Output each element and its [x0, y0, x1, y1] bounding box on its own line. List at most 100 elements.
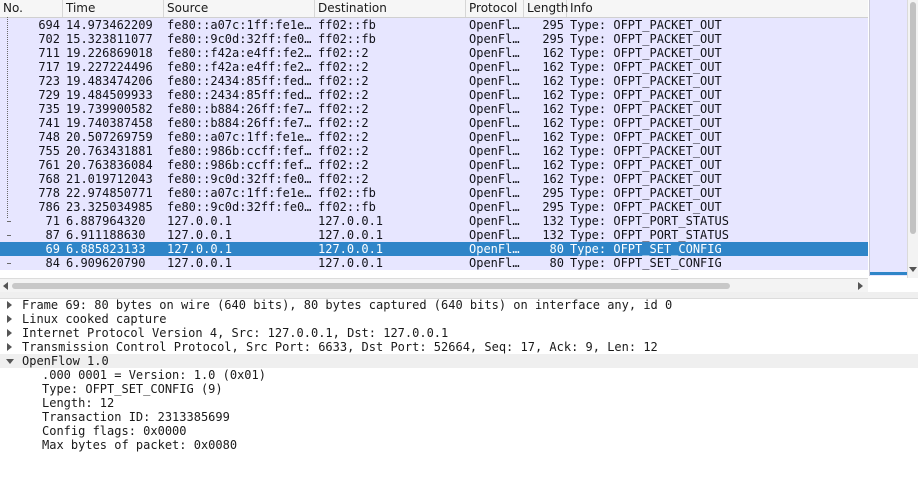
packet-row[interactable]: 729 19.484509933 fe80::2434:85ff:fed… ff02:…: [0, 88, 868, 102]
detail-field-row[interactable]: Max bytes of packet: 0x0080: [0, 438, 918, 452]
packet-row[interactable]: 755 20.763431881 fe80::986b:ccff:fef… ff02:…: [0, 144, 868, 158]
triangle-down-icon[interactable]: [6, 359, 14, 364]
triangle-right-icon[interactable]: [7, 329, 12, 337]
detail-text: Transaction ID: 2313385699: [42, 410, 230, 424]
packet-cell-destination: ff02::2: [318, 172, 369, 186]
packet-cell-protocol: OpenFl…: [469, 200, 520, 214]
packet-cell-protocol: OpenFl…: [469, 144, 520, 158]
triangle-right-icon[interactable]: [7, 343, 12, 351]
packet-cell-info: Type: OFPT_PACKET_OUT: [570, 18, 722, 32]
detail-field-row[interactable]: Transaction ID: 2313385699: [0, 410, 918, 424]
column-header-no[interactable]: No.: [0, 0, 63, 17]
packet-row[interactable]: 702 15.323811077 fe80::9c0d:32ff:fe0… ff02:…: [0, 32, 868, 46]
column-header-protocol[interactable]: Protocol: [466, 0, 524, 17]
detail-field-row[interactable]: .000 0001 = Version: 1.0 (0x01): [0, 368, 918, 382]
packet-row[interactable]: 711 19.226869018 fe80::f42a:e4ff:fe2… ff02:…: [0, 46, 868, 60]
packet-cell-protocol: OpenFl…: [469, 158, 520, 172]
packet-cell-info: Type: OFPT_PACKET_OUT: [570, 32, 722, 46]
packet-list-vertical-scrollbar[interactable]: [907, 0, 918, 278]
packet-cell-source: 127.0.0.1: [167, 256, 233, 270]
packet-cell-protocol: OpenFl…: [469, 74, 520, 88]
detail-tree-node[interactable]: Internet Protocol Version 4, Src: 127.0.…: [0, 326, 918, 340]
triangle-right-icon[interactable]: [7, 301, 12, 309]
packet-row[interactable]: 768 21.019712043 fe80::9c0d:32ff:fe0… ff02:…: [0, 172, 868, 186]
packet-cell-source: fe80::2434:85ff:fed…: [167, 88, 311, 102]
packet-row[interactable]: 778 22.974850771 fe80::a07c:1ff:fe1e… ff02:…: [0, 186, 868, 200]
packet-cell-length: 162: [542, 46, 564, 60]
triangle-right-icon[interactable]: [7, 315, 12, 323]
packet-cell-length: 132: [542, 228, 564, 242]
packet-cell-no: 741: [38, 116, 60, 130]
horizontal-scroll-thumb[interactable]: [12, 283, 730, 289]
detail-tree-node[interactable]: OpenFlow 1.0: [0, 354, 918, 368]
scroll-left-arrow-icon[interactable]: [3, 282, 8, 290]
packet-row[interactable]: 741 19.740387458 fe80::b884:26ff:fe7… ff02:…: [0, 116, 868, 130]
packet-cell-destination: 127.0.0.1: [318, 256, 384, 270]
detail-text: OpenFlow 1.0: [22, 354, 109, 368]
packet-row[interactable]: 87 6.911188630 127.0.0.1 127.0.0.1 OpenFl… 13…: [0, 228, 868, 242]
packet-list[interactable]: No. Time Source Destination Protocol Len…: [0, 0, 868, 278]
scroll-down-arrow-icon[interactable]: [909, 267, 917, 272]
packet-cell-source: fe80::2434:85ff:fed…: [167, 74, 311, 88]
packet-cell-info: Type: OFPT_PORT_STATUS: [570, 228, 729, 242]
column-header-time[interactable]: Time: [63, 0, 164, 17]
detail-field-row[interactable]: Length: 12: [0, 396, 918, 410]
packet-row[interactable]: 717 19.227224496 fe80::f42a:e4ff:fe2… ff02:…: [0, 60, 868, 74]
detail-tree-node[interactable]: Transmission Control Protocol, Src Port:…: [0, 340, 918, 354]
packet-cell-destination: ff02::2: [318, 74, 369, 88]
detail-field-row[interactable]: Config flags: 0x0000: [0, 424, 918, 438]
detail-tree-node[interactable]: Linux cooked capture: [0, 312, 918, 326]
packet-list-horizontal-scrollbar[interactable]: [0, 278, 868, 293]
packet-cell-source: fe80::a07c:1ff:fe1e…: [167, 18, 311, 32]
packet-cell-protocol: OpenFl…: [469, 130, 520, 144]
packet-cell-destination: ff02::fb: [318, 32, 376, 46]
vertical-scroll-thumb[interactable]: [910, 2, 916, 234]
column-header-length[interactable]: Length: [524, 0, 568, 17]
packet-cell-info: Type: OFPT_PACKET_OUT: [570, 144, 722, 158]
packet-cell-time: 19.226869018: [66, 46, 153, 60]
packet-cell-protocol: OpenFl…: [469, 116, 520, 130]
packet-cell-time: 20.507269759: [66, 130, 153, 144]
column-header-destination[interactable]: Destination: [315, 0, 466, 17]
packet-cell-length: 162: [542, 158, 564, 172]
packet-cell-destination: ff02::2: [318, 60, 369, 74]
packet-row[interactable]: 748 20.507269759 fe80::a07c:1ff:fe1e… ff02:…: [0, 130, 868, 144]
packet-minimap[interactable]: [869, 0, 908, 276]
column-header-info[interactable]: Info: [567, 0, 868, 17]
packet-cell-length: 295: [542, 32, 564, 46]
packet-cell-info: Type: OFPT_PACKET_OUT: [570, 74, 722, 88]
detail-field-row[interactable]: Type: OFPT_SET_CONFIG (9): [0, 382, 918, 396]
packet-cell-time: 15.323811077: [66, 32, 153, 46]
packet-cell-time: 23.325034985: [66, 200, 153, 214]
packet-row[interactable]: 761 20.763836084 fe80::986b:ccff:fef… ff02:…: [0, 158, 868, 172]
packet-cell-destination: ff02::fb: [318, 18, 376, 32]
packet-row-selected[interactable]: 69 6.885823133 127.0.0.1 127.0.0.1 OpenFl… 80…: [0, 242, 868, 256]
scroll-right-arrow-icon[interactable]: [858, 282, 863, 290]
packet-row[interactable]: 71 6.887964320 127.0.0.1 127.0.0.1 OpenFl… 13…: [0, 214, 868, 228]
conversation-tree-tick: [7, 235, 11, 236]
packet-cell-length: 295: [542, 200, 564, 214]
packet-cell-no: 786: [38, 200, 60, 214]
packet-cell-no: 723: [38, 74, 60, 88]
packet-row[interactable]: 723 19.483474206 fe80::2434:85ff:fed… ff02:…: [0, 74, 868, 88]
packet-cell-length: 162: [542, 88, 564, 102]
column-header-source[interactable]: Source: [164, 0, 315, 17]
packet-cell-time: 19.227224496: [66, 60, 153, 74]
conversation-tree-tick: [7, 221, 11, 222]
packet-cell-protocol: OpenFl…: [469, 18, 520, 32]
packet-cell-time: 19.740387458: [66, 116, 153, 130]
packet-cell-no: 761: [38, 158, 60, 172]
packet-cell-no: 69: [45, 242, 60, 256]
packet-cell-length: 80: [549, 242, 564, 256]
packet-row[interactable]: 786 23.325034985 fe80::9c0d:32ff:fe0… ff02:…: [0, 200, 868, 214]
detail-tree-node[interactable]: Frame 69: 80 bytes on wire (640 bits), 8…: [0, 298, 918, 312]
packet-cell-info: Type: OFPT_PACKET_OUT: [570, 158, 722, 172]
packet-cell-no: 694: [38, 18, 60, 32]
packet-cell-length: 162: [542, 60, 564, 74]
packet-row[interactable]: 694 14.973462209 fe80::a07c:1ff:fe1e… ff02:…: [0, 18, 868, 32]
packet-cell-destination: ff02::fb: [318, 186, 376, 200]
packet-cell-info: Type: OFPT_PACKET_OUT: [570, 60, 722, 74]
packet-cell-protocol: OpenFl…: [469, 214, 520, 228]
packet-row[interactable]: 84 6.909620790 127.0.0.1 127.0.0.1 OpenFl… 80…: [0, 256, 868, 270]
packet-row[interactable]: 735 19.739900582 fe80::b884:26ff:fe7… ff02:…: [0, 102, 868, 116]
